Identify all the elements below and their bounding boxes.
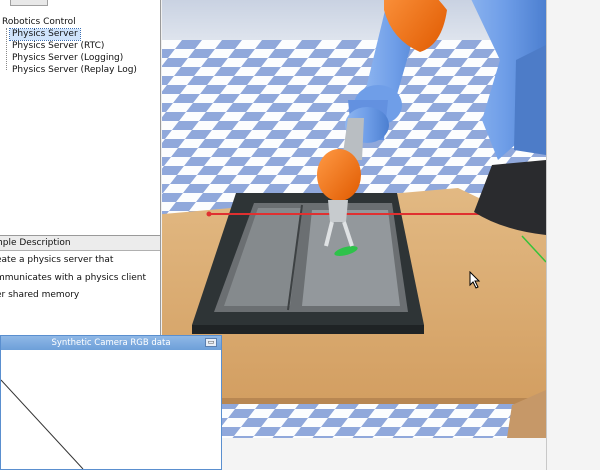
description-line: mmunicates with a physics client <box>0 273 147 283</box>
description-header: mple Description <box>0 236 160 251</box>
synthetic-camera-window[interactable]: Synthetic Camera RGB data ▭ <box>0 335 222 470</box>
camera-window-title: Synthetic Camera RGB data <box>51 338 171 348</box>
viewport-bottom-margin <box>222 438 546 470</box>
tree-item-physics-server-rtc[interactable]: Physics Server (RTC) <box>10 41 106 52</box>
mouse-cursor-icon <box>469 271 481 289</box>
description-line: eate a physics server that <box>0 255 114 265</box>
tree-item-physics-server-logging[interactable]: Physics Server (Logging) <box>10 53 125 64</box>
description-line: er shared memory <box>0 290 80 300</box>
table-front-edge <box>202 398 546 404</box>
description-body: eate a physics server that mmunicates wi… <box>0 251 160 336</box>
example-tree-panel: Robotics Control Physics Server Physics … <box>0 0 161 236</box>
tree-root-robotics-control[interactable]: Robotics Control <box>2 17 76 28</box>
minimize-icon[interactable]: ▭ <box>205 338 217 347</box>
camera-rgb-canvas <box>1 350 221 469</box>
tree-connector-line <box>6 28 8 70</box>
camera-window-titlebar[interactable]: Synthetic Camera RGB data ▭ <box>1 336 221 350</box>
panel-tab[interactable] <box>10 0 48 6</box>
tree-item-physics-server-replay-log[interactable]: Physics Server (Replay Log) <box>10 65 139 76</box>
tree-item-physics-server[interactable]: Physics Server <box>9 28 81 41</box>
viewport-right-margin <box>546 0 600 470</box>
